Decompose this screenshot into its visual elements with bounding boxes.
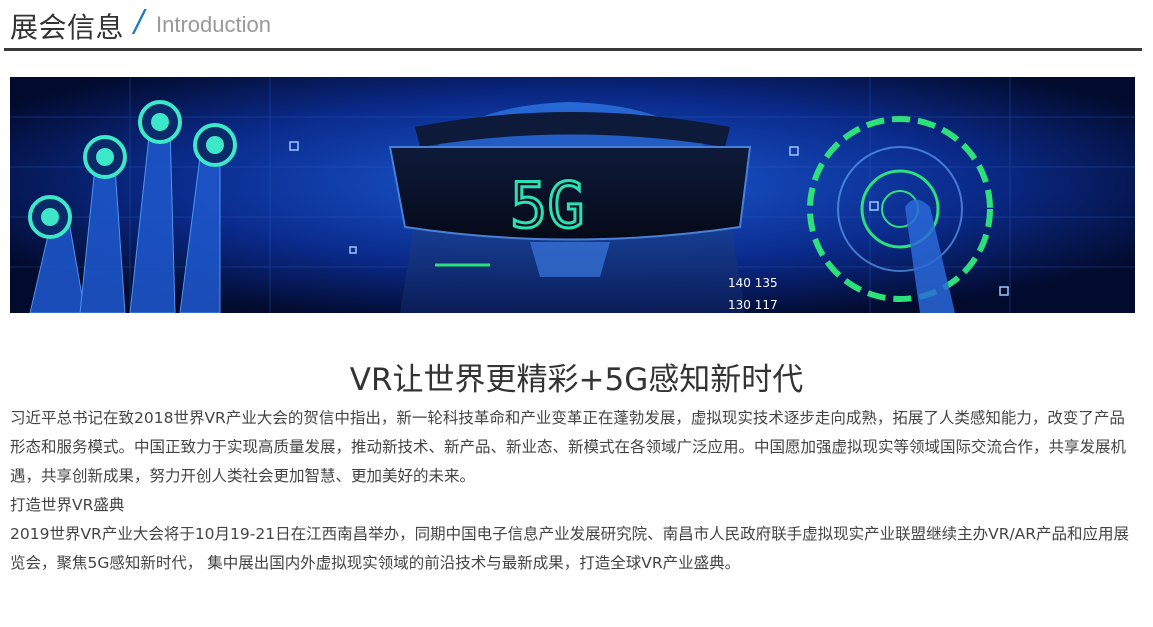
visor-5g-label: 5G: [510, 169, 585, 242]
section-header: 展会信息 / Introduction: [10, 0, 1142, 52]
paragraph-event: 2019世界VR产业大会将于10月19-21日在江西南昌举办，同期中国电子信息产…: [10, 525, 1130, 572]
article-subheading: 打造世界VR盛典: [10, 496, 125, 514]
section-title: 展会信息: [10, 11, 125, 44]
header-divider: [4, 48, 1142, 51]
hud-number-1: 140 135: [728, 276, 778, 290]
hud-number-2: 130 117: [728, 298, 778, 312]
article-headline: VR让世界更精彩+5G感知新时代: [349, 362, 804, 398]
vr-5g-illustration: 5G 140 135 130 117: [10, 77, 1135, 313]
title-separator: /: [134, 4, 145, 39]
article-body: 习近平总书记在致2018世界VR产业大会的贺信中指出，新一轮科技革命和产业变革正…: [10, 404, 1140, 578]
paragraph-intro: 习近平总书记在致2018世界VR产业大会的贺信中指出，新一轮科技革命和产业变革正…: [10, 409, 1127, 485]
banner-image: 5G 140 135 130 117: [10, 77, 1135, 313]
section-subtitle: Introduction: [156, 12, 271, 37]
